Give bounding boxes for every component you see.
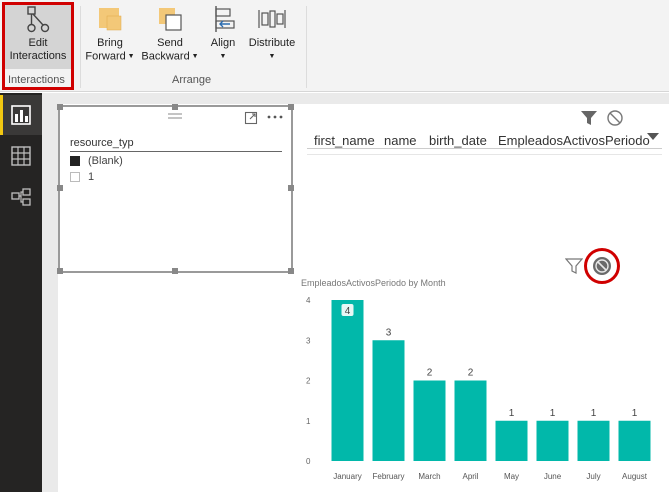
resize-handle[interactable] <box>57 185 63 191</box>
bring-forward-label-1: Bring <box>97 37 123 49</box>
table-grid-icon <box>11 146 31 166</box>
ribbon-separator <box>306 6 307 88</box>
resize-handle[interactable] <box>172 104 178 110</box>
chart-title: EmpleadosActivosPeriodo by Month <box>301 278 446 288</box>
data-label: 1 <box>509 408 515 419</box>
slicer-divider <box>70 151 282 152</box>
relationships-view-button[interactable] <box>0 179 42 219</box>
bring-forward-icon <box>95 4 125 34</box>
bar[interactable] <box>454 380 487 462</box>
drag-grip-icon[interactable] <box>166 111 184 121</box>
data-view-button[interactable] <box>0 137 42 177</box>
none-interaction-highlight <box>584 248 620 284</box>
filter-icon[interactable] <box>580 110 598 126</box>
resize-handle[interactable] <box>57 104 63 110</box>
arrange-group-label: Arrange <box>172 74 212 86</box>
edit-interactions-button[interactable]: Edit Interactions <box>6 4 70 68</box>
x-tick-label: July <box>586 472 600 481</box>
send-backward-button[interactable]: Send Backward ▼ <box>140 4 200 68</box>
data-label: 1 <box>550 408 556 419</box>
chevron-down-icon: ▼ <box>268 53 276 60</box>
column-header-birth-date[interactable]: birth_date <box>429 133 487 148</box>
x-tick-label: April <box>462 472 478 481</box>
chevron-down-icon: ▼ <box>125 53 135 60</box>
bar[interactable] <box>413 380 446 462</box>
bring-forward-label-2: Forward <box>85 50 126 63</box>
slicer-item-label: (Blank) <box>88 155 123 167</box>
distribute-icon <box>257 4 287 34</box>
y-tick-label: 1 <box>306 417 311 426</box>
x-tick-label: August <box>622 472 648 481</box>
interactions-group-label: Interactions <box>8 74 65 86</box>
y-tick-label: 4 <box>306 296 311 305</box>
column-header-empleados[interactable]: EmpleadosActivosPeriodo <box>498 133 650 148</box>
distribute-button[interactable]: Distribute ▼ <box>244 4 300 68</box>
y-tick-label: 0 <box>306 457 311 466</box>
slicer-item-1[interactable]: 1 <box>70 171 94 183</box>
align-label: Align <box>210 37 236 49</box>
x-tick-label: February <box>372 472 404 481</box>
data-label: 2 <box>427 368 433 379</box>
resize-handle[interactable] <box>57 268 63 274</box>
x-tick-label: March <box>418 472 440 481</box>
chevron-down-icon: ▼ <box>189 53 199 60</box>
ribbon: Edit Interactions Interactions Bring For… <box>0 0 669 92</box>
relationships-icon <box>11 188 31 206</box>
edit-interactions-label-1: Edit <box>28 37 48 49</box>
left-nav <box>0 93 42 492</box>
slicer-item-blank[interactable]: (Blank) <box>70 155 123 167</box>
bar[interactable] <box>618 420 651 461</box>
send-backward-label-1: Send <box>157 37 183 49</box>
slicer-item-label: 1 <box>88 171 95 183</box>
x-tick-label: January <box>333 472 361 481</box>
data-label: 1 <box>632 408 638 419</box>
slicer-visual[interactable]: resource_typ (Blank) 1 <box>57 104 294 274</box>
column-header-name[interactable]: name <box>384 133 417 148</box>
filter-interaction-icon[interactable] <box>565 258 583 274</box>
y-tick-label: 2 <box>306 377 311 386</box>
focus-mode-icon[interactable] <box>244 111 258 125</box>
ribbon-separator <box>80 6 81 88</box>
data-label: 2 <box>468 368 474 379</box>
resize-handle[interactable] <box>288 185 294 191</box>
column-chart[interactable]: 0 1 2 3 4 4 January 3 February 2 March 2 April 1 May 1 J… <box>296 292 666 488</box>
align-button[interactable]: Align ▼ <box>206 4 240 68</box>
align-icon <box>208 4 238 34</box>
edit-interactions-icon <box>23 4 53 34</box>
resize-handle[interactable] <box>288 268 294 274</box>
table-scroll-track <box>307 154 662 155</box>
none-interaction-icon[interactable] <box>606 109 624 127</box>
column-header-first-name[interactable]: first_name <box>314 133 375 148</box>
chevron-down-icon: ▼ <box>219 53 227 60</box>
resize-handle[interactable] <box>288 104 294 110</box>
x-tick-label: June <box>544 472 562 481</box>
x-tick-label: May <box>504 472 519 481</box>
y-tick-label: 3 <box>306 336 311 345</box>
distribute-label: Distribute <box>248 37 296 49</box>
bar[interactable] <box>577 420 610 461</box>
report-view-icon <box>11 105 31 125</box>
resize-handle[interactable] <box>172 268 178 274</box>
checkbox-checked[interactable] <box>70 156 80 167</box>
bar[interactable] <box>331 300 364 461</box>
slicer-field-title: resource_typ <box>70 137 134 149</box>
data-label: 4 <box>345 306 351 317</box>
send-backward-label-2: Backward <box>141 50 190 63</box>
bar[interactable] <box>536 420 569 461</box>
data-label: 3 <box>386 327 392 338</box>
report-view-button[interactable] <box>0 95 42 135</box>
data-label: 1 <box>591 408 597 419</box>
checkbox-unchecked[interactable] <box>70 172 80 183</box>
sort-descending-icon[interactable] <box>647 133 659 141</box>
bar[interactable] <box>495 420 528 461</box>
bar[interactable] <box>372 340 405 461</box>
send-backward-icon <box>155 4 185 34</box>
edit-interactions-label-2: Interactions <box>9 50 67 62</box>
table-header-divider <box>307 148 662 149</box>
more-options-icon[interactable] <box>266 113 284 121</box>
bring-forward-button[interactable]: Bring Forward ▼ <box>84 4 136 68</box>
